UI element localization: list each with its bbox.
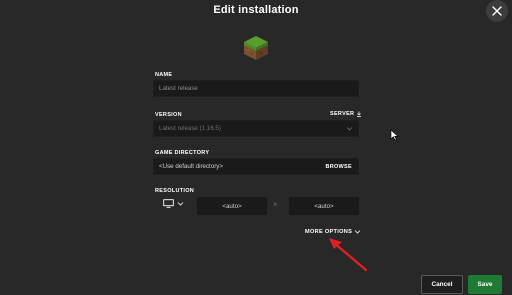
resolution-preset-dropdown[interactable] bbox=[163, 199, 184, 208]
close-button[interactable] bbox=[486, 0, 508, 22]
version-select[interactable]: Latest release (1.16.5) bbox=[153, 120, 359, 137]
name-label: NAME bbox=[155, 72, 173, 78]
resolution-height-input[interactable]: <auto> bbox=[289, 197, 359, 215]
game-directory-label: GAME DIRECTORY bbox=[155, 150, 210, 156]
resolution-label: RESOLUTION bbox=[155, 188, 195, 194]
monitor-icon bbox=[163, 199, 174, 208]
chevron-down-icon bbox=[177, 202, 184, 206]
resolution-width-value: <auto> bbox=[222, 202, 242, 210]
download-icon bbox=[357, 111, 362, 117]
browse-button[interactable]: BROWSE bbox=[325, 164, 352, 170]
save-button[interactable]: Save bbox=[468, 275, 502, 294]
close-icon bbox=[492, 6, 502, 16]
server-download-link[interactable]: SERVER bbox=[330, 111, 362, 117]
chevron-down-icon bbox=[346, 127, 353, 131]
server-label: SERVER bbox=[330, 111, 355, 117]
game-directory-input[interactable]: <Use default directory> BROWSE bbox=[153, 158, 359, 175]
version-select-value: Latest release (1.16.5) bbox=[159, 125, 221, 132]
dialog-title: Edit installation bbox=[213, 4, 299, 16]
grass-block-icon bbox=[244, 36, 268, 60]
game-directory-value: <Use default directory> bbox=[159, 163, 223, 170]
cancel-button[interactable]: Cancel bbox=[421, 275, 463, 294]
version-label: VERSION bbox=[155, 112, 182, 118]
name-input-placeholder: Latest release bbox=[159, 85, 198, 92]
resolution-separator: × bbox=[273, 200, 278, 209]
name-input[interactable]: Latest release bbox=[153, 80, 359, 97]
resolution-width-input[interactable]: <auto> bbox=[197, 197, 267, 215]
mouse-cursor-icon bbox=[390, 129, 399, 141]
red-arrow-annotation bbox=[329, 238, 368, 272]
resolution-height-value: <auto> bbox=[314, 202, 334, 210]
